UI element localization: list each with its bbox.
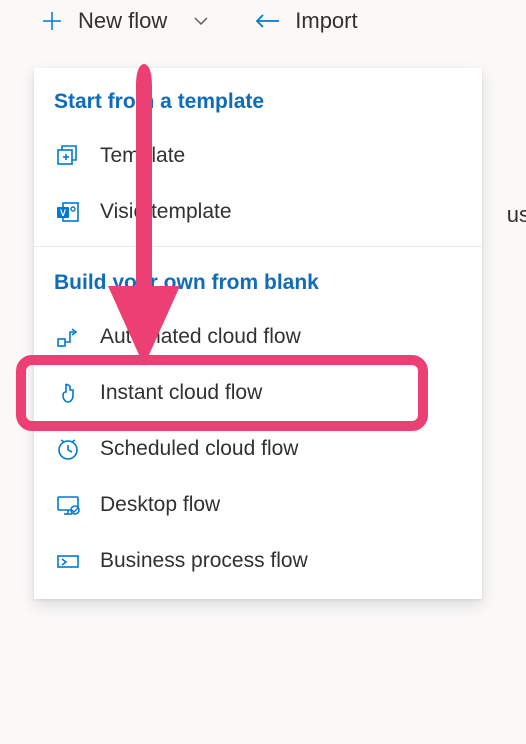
scheduled-flow-icon bbox=[54, 435, 82, 463]
menu-item-label: Visio template bbox=[100, 200, 232, 224]
new-flow-button[interactable]: New flow bbox=[40, 8, 211, 34]
visio-icon: V bbox=[54, 198, 82, 226]
menu-item-scheduled-cloud-flow[interactable]: Scheduled cloud flow bbox=[34, 421, 482, 477]
menu-item-label: Instant cloud flow bbox=[100, 381, 262, 405]
menu-item-label: Business process flow bbox=[100, 549, 308, 573]
template-icon bbox=[54, 142, 82, 170]
new-flow-label: New flow bbox=[78, 8, 167, 34]
menu-item-instant-cloud-flow[interactable]: Instant cloud flow bbox=[34, 365, 482, 421]
chevron-down-icon bbox=[191, 11, 211, 31]
import-button[interactable]: Import bbox=[251, 8, 357, 34]
divider bbox=[34, 246, 482, 247]
background-partial-text: us bbox=[507, 202, 526, 228]
menu-item-desktop-flow[interactable]: Desktop flow bbox=[34, 477, 482, 533]
svg-text:V: V bbox=[60, 208, 66, 218]
import-label: Import bbox=[295, 8, 357, 34]
menu-item-business-process-flow[interactable]: Business process flow bbox=[34, 533, 482, 589]
desktop-flow-icon bbox=[54, 491, 82, 519]
menu-item-label: Scheduled cloud flow bbox=[100, 437, 298, 461]
section-header-blank: Build your own from blank bbox=[34, 249, 482, 309]
plus-icon bbox=[40, 9, 64, 33]
business-process-icon bbox=[54, 547, 82, 575]
import-arrow-icon bbox=[251, 11, 281, 31]
instant-flow-icon bbox=[54, 379, 82, 407]
new-flow-dropdown: Start from a template Template V Visio t… bbox=[34, 68, 482, 599]
section-header-template: Start from a template bbox=[34, 68, 482, 128]
menu-item-automated-cloud-flow[interactable]: Automated cloud flow bbox=[34, 309, 482, 365]
menu-item-template[interactable]: Template bbox=[34, 128, 482, 184]
toolbar: New flow Import bbox=[0, 0, 526, 54]
menu-item-label: Desktop flow bbox=[100, 493, 220, 517]
automated-flow-icon bbox=[54, 323, 82, 351]
menu-item-visio-template[interactable]: V Visio template bbox=[34, 184, 482, 240]
menu-item-label: Template bbox=[100, 144, 185, 168]
menu-item-label: Automated cloud flow bbox=[100, 325, 301, 349]
